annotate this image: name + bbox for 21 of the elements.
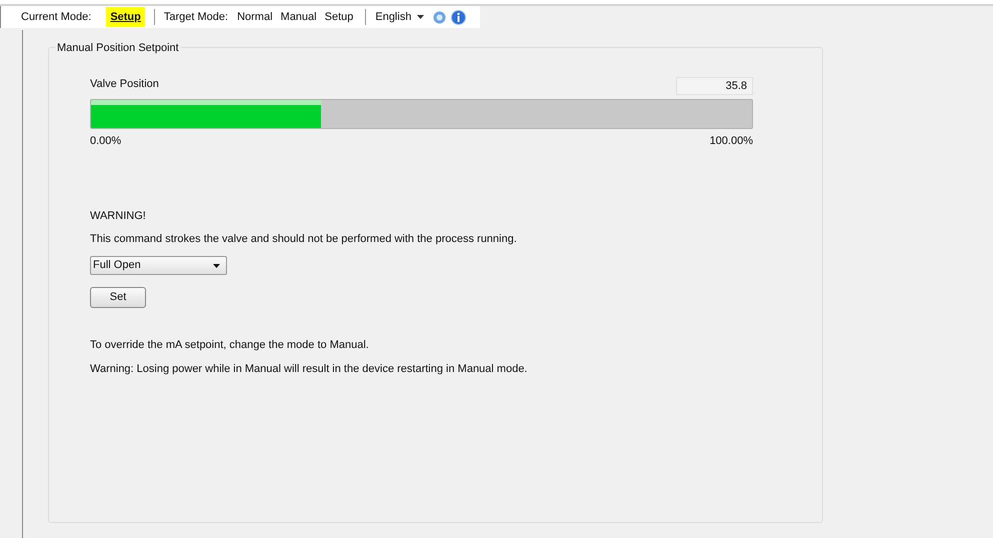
- info-icon[interactable]: [451, 10, 466, 24]
- note-text: Warning: Losing power while in Manual will result in the device restarting in Manual mode.: [90, 362, 528, 376]
- current-mode-label: Current Mode:: [21, 10, 92, 25]
- target-mode-link[interactable]: Setup: [324, 8, 354, 26]
- valve-position-label: Valve Position: [90, 77, 159, 92]
- max-label: 100.00%: [710, 134, 753, 148]
- language-dropdown[interactable]: English: [375, 8, 424, 26]
- set-button[interactable]: Set: [90, 287, 146, 308]
- current-mode-badge: Setup: [106, 6, 145, 28]
- caret-icon: [417, 15, 424, 19]
- target-mode-link[interactable]: Manual: [280, 8, 317, 26]
- caret-icon: [213, 264, 220, 268]
- command-dropdown[interactable]: Full Open: [90, 256, 227, 275]
- panel-title: Manual Position Setpoint: [55, 40, 181, 56]
- warning-text: This command strokes the valve and should not be performed with the process running.: [90, 232, 518, 246]
- note-text: To override the mA setpoint, change the mode to Manual.: [90, 338, 370, 353]
- target-mode-link[interactable]: Normal: [237, 8, 273, 26]
- target-mode-label: Target Mode:: [164, 10, 228, 25]
- valve-position-field: 35.8: [676, 76, 753, 94]
- min-label: 0.00%: [90, 134, 122, 148]
- warning-title: WARNING!: [90, 209, 147, 224]
